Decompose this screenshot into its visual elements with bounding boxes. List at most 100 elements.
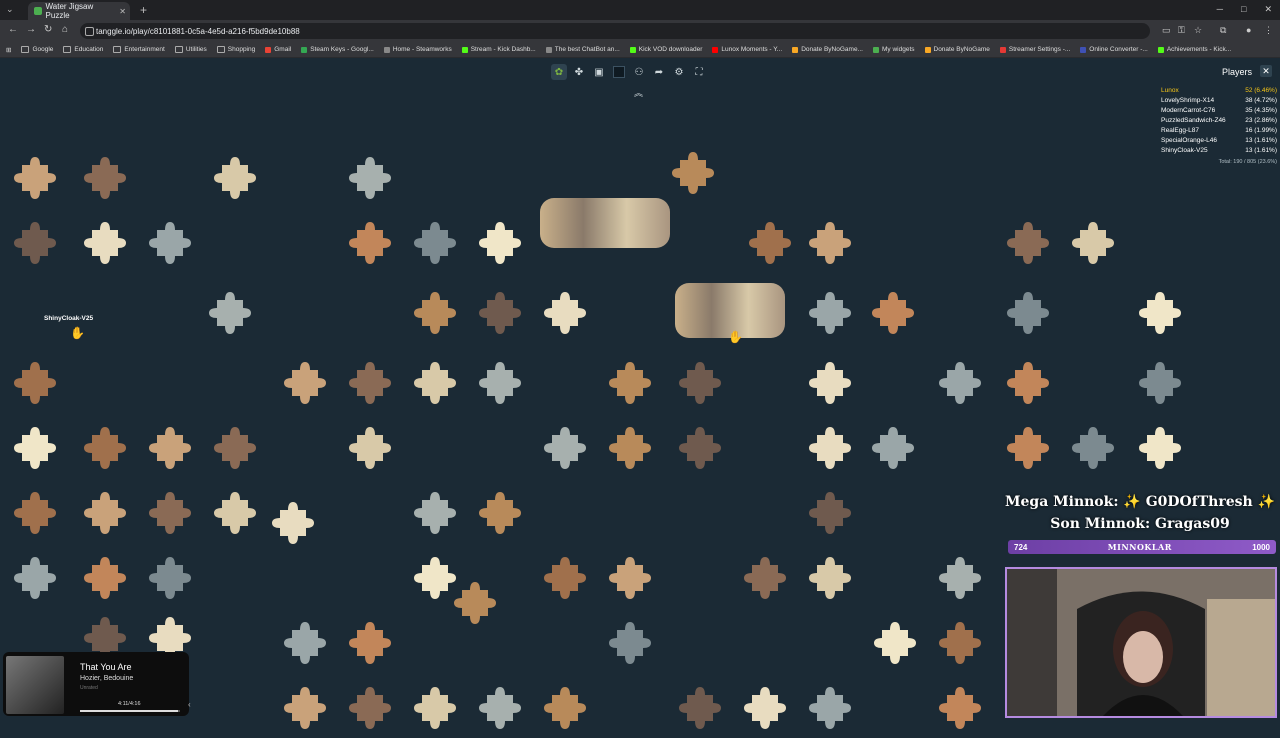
- puzzle-piece[interactable]: [80, 423, 130, 473]
- forward-icon[interactable]: →: [26, 24, 36, 35]
- puzzle-piece[interactable]: [268, 498, 318, 548]
- url-field[interactable]: tanggle.io/play/c8101881-0c5a-4e5d-a216-…: [80, 23, 1150, 39]
- puzzle-piece[interactable]: [10, 423, 60, 473]
- puzzle-logo-icon[interactable]: ✿: [551, 64, 567, 80]
- preview-image-icon[interactable]: ▣: [591, 64, 607, 80]
- music-collapse-icon[interactable]: ‹: [188, 700, 191, 709]
- puzzle-piece-cluster[interactable]: [540, 198, 670, 248]
- puzzle-piece[interactable]: [145, 218, 195, 268]
- puzzle-piece[interactable]: [805, 288, 855, 338]
- bookmark-item[interactable]: Google: [21, 46, 53, 53]
- bookmark-item[interactable]: Achievements - Kick...: [1157, 46, 1231, 53]
- puzzle-piece[interactable]: [205, 288, 255, 338]
- puzzle-piece[interactable]: [280, 618, 330, 668]
- share-icon[interactable]: ➦: [651, 64, 667, 80]
- puzzle-piece[interactable]: [345, 358, 395, 408]
- browser-tab[interactable]: Water Jigsaw Puzzle ✕: [28, 2, 130, 20]
- tab-list-icon[interactable]: ⌄: [6, 4, 14, 15]
- puzzle-piece[interactable]: [10, 488, 60, 538]
- puzzle-piece[interactable]: [675, 683, 725, 733]
- profile-avatar-icon[interactable]: ●: [1246, 25, 1251, 35]
- puzzle-piece[interactable]: [10, 153, 60, 203]
- puzzle-piece[interactable]: [450, 578, 500, 628]
- puzzle-piece[interactable]: [1068, 218, 1118, 268]
- site-info-icon[interactable]: [85, 27, 94, 36]
- puzzle-piece[interactable]: [1003, 358, 1053, 408]
- bookmark-item[interactable]: Streamer Settings -...: [999, 46, 1070, 53]
- puzzle-piece[interactable]: [145, 423, 195, 473]
- puzzle-piece[interactable]: [540, 288, 590, 338]
- puzzle-piece[interactable]: [868, 423, 918, 473]
- puzzle-piece[interactable]: [475, 488, 525, 538]
- back-icon[interactable]: ←: [8, 24, 18, 35]
- puzzle-piece[interactable]: [10, 358, 60, 408]
- puzzle-piece[interactable]: [870, 618, 920, 668]
- puzzle-piece[interactable]: [605, 553, 655, 603]
- apps-icon[interactable]: ⊞: [6, 46, 11, 54]
- puzzle-piece[interactable]: [1003, 288, 1053, 338]
- puzzle-piece[interactable]: [80, 218, 130, 268]
- tab-close-icon[interactable]: ✕: [119, 7, 126, 16]
- puzzle-piece[interactable]: [935, 683, 985, 733]
- puzzle-piece[interactable]: [805, 218, 855, 268]
- bookmark-item[interactable]: Donate ByNoGame: [924, 46, 990, 53]
- puzzle-piece[interactable]: [280, 358, 330, 408]
- puzzle-piece[interactable]: [10, 553, 60, 603]
- puzzle-piece[interactable]: [745, 218, 795, 268]
- puzzle-piece[interactable]: [345, 618, 395, 668]
- puzzle-piece[interactable]: [740, 683, 790, 733]
- bookmark-item[interactable]: Utilities: [174, 46, 207, 53]
- bookmark-item[interactable]: Gmail: [265, 46, 291, 53]
- new-tab-icon[interactable]: +: [140, 3, 147, 17]
- puzzle-piece[interactable]: [80, 488, 130, 538]
- puzzle-piece[interactable]: [345, 683, 395, 733]
- close-window-icon[interactable]: ✕: [1264, 4, 1272, 15]
- puzzle-piece[interactable]: [740, 553, 790, 603]
- puzzle-piece[interactable]: [605, 358, 655, 408]
- extensions-icon[interactable]: ⧉: [1220, 25, 1226, 36]
- bookmark-item[interactable]: Donate ByNoGame...: [792, 46, 863, 53]
- bookmark-item[interactable]: Lunox Moments - Y...: [712, 46, 782, 53]
- bookmark-item[interactable]: Home - Steamworks: [383, 46, 452, 53]
- bookmark-item[interactable]: Online Converter -...: [1080, 46, 1148, 53]
- puzzle-piece[interactable]: [935, 618, 985, 668]
- puzzle-piece[interactable]: [605, 618, 655, 668]
- puzzle-piece[interactable]: [675, 423, 725, 473]
- puzzle-piece[interactable]: [145, 553, 195, 603]
- puzzle-piece[interactable]: [410, 683, 460, 733]
- collapse-toolbar-icon[interactable]: ︽: [634, 86, 643, 99]
- puzzle-piece[interactable]: [280, 683, 330, 733]
- puzzle-piece[interactable]: [675, 358, 725, 408]
- puzzle-piece[interactable]: [540, 553, 590, 603]
- puzzle-piece[interactable]: [805, 358, 855, 408]
- puzzle-piece[interactable]: [210, 153, 260, 203]
- puzzle-piece[interactable]: [145, 488, 195, 538]
- bookmark-star-icon[interactable]: ☆: [1194, 25, 1202, 36]
- puzzle-piece[interactable]: [410, 288, 460, 338]
- puzzle-piece[interactable]: [475, 358, 525, 408]
- puzzle-piece[interactable]: [805, 683, 855, 733]
- puzzle-piece[interactable]: [210, 488, 260, 538]
- bookmark-item[interactable]: Steam Keys - Googl...: [301, 46, 374, 53]
- close-players-icon[interactable]: ✕: [1260, 65, 1272, 77]
- puzzle-piece[interactable]: [345, 218, 395, 268]
- settings-icon[interactable]: ⚙: [671, 64, 687, 80]
- minimize-icon[interactable]: ─: [1217, 4, 1223, 15]
- puzzle-piece[interactable]: [475, 218, 525, 268]
- puzzle-piece[interactable]: [805, 488, 855, 538]
- puzzle-piece[interactable]: [805, 423, 855, 473]
- puzzle-piece[interactable]: [935, 358, 985, 408]
- pieces-icon[interactable]: ✤: [571, 64, 587, 80]
- bookmark-item[interactable]: My widgets: [872, 46, 915, 53]
- puzzle-piece[interactable]: [80, 553, 130, 603]
- puzzle-piece[interactable]: [1135, 358, 1185, 408]
- puzzle-piece[interactable]: [1135, 423, 1185, 473]
- background-color-icon[interactable]: [611, 64, 627, 80]
- puzzle-piece[interactable]: [10, 218, 60, 268]
- puzzle-piece[interactable]: [410, 488, 460, 538]
- puzzle-piece[interactable]: [1135, 288, 1185, 338]
- puzzle-piece[interactable]: [605, 423, 655, 473]
- maximize-icon[interactable]: □: [1241, 4, 1246, 15]
- reload-icon[interactable]: ↻: [44, 24, 52, 35]
- bookmark-item[interactable]: Stream - Kick Dashb...: [461, 46, 536, 53]
